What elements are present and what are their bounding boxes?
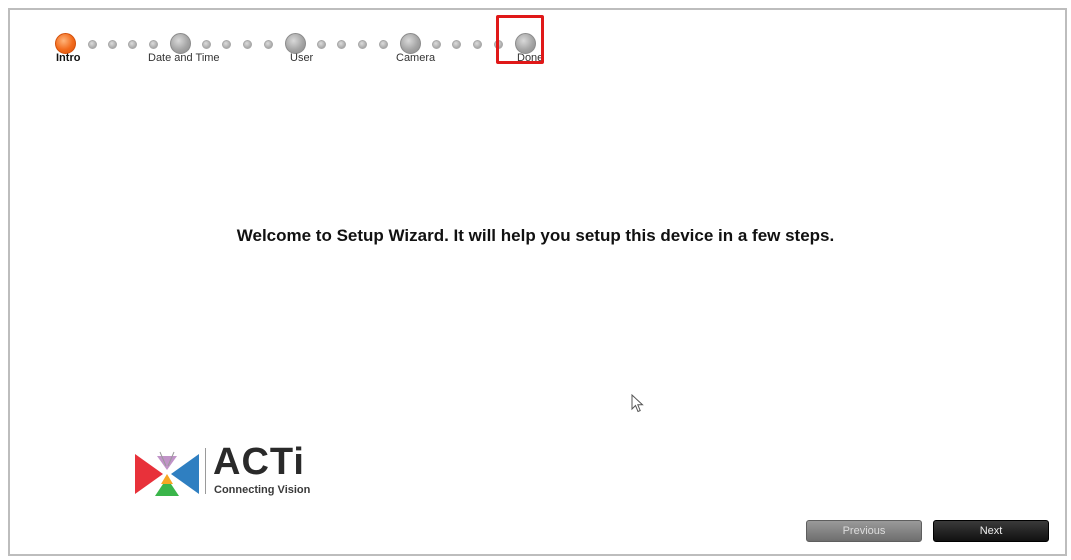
step-connector-dot bbox=[128, 40, 137, 49]
logo-brand-text: ACTi bbox=[213, 441, 305, 483]
step-connector-dot bbox=[317, 40, 326, 49]
acti-logo-mark-icon bbox=[135, 451, 199, 496]
step-label-camera: Camera bbox=[396, 52, 436, 64]
step-label-user: User bbox=[290, 52, 314, 64]
previous-button[interactable]: Previous bbox=[806, 520, 922, 542]
step-connector-dot bbox=[432, 40, 441, 49]
step-dot-intro[interactable] bbox=[55, 33, 76, 54]
welcome-message: Welcome to Setup Wizard. It will help yo… bbox=[236, 226, 835, 245]
logo-tagline: Connecting Vision bbox=[214, 484, 311, 496]
step-connector-dot bbox=[264, 40, 273, 49]
step-connector-dot bbox=[452, 40, 461, 49]
step-label-date-and-time: Date and Time bbox=[148, 52, 220, 64]
done-step-highlight bbox=[496, 15, 544, 64]
step-connector-dot bbox=[149, 40, 158, 49]
step-dot-camera[interactable] bbox=[400, 33, 421, 54]
step-dot-date-and-time[interactable] bbox=[170, 33, 191, 54]
step-connector-dot bbox=[88, 40, 97, 49]
step-connector-dot bbox=[473, 40, 482, 49]
step-connector-dot bbox=[358, 40, 367, 49]
step-connector-dot bbox=[337, 40, 346, 49]
logo-divider bbox=[205, 448, 206, 494]
step-connector-dot bbox=[379, 40, 388, 49]
step-connector-dot bbox=[202, 40, 211, 49]
step-dot-user[interactable] bbox=[285, 33, 306, 54]
step-connector-dot bbox=[243, 40, 252, 49]
step-connector-dot bbox=[108, 40, 117, 49]
mouse-cursor-icon bbox=[631, 393, 645, 419]
acti-logo: ACTi Connecting Vision bbox=[133, 441, 343, 504]
next-button[interactable]: Next bbox=[933, 520, 1049, 542]
step-connector-dot bbox=[222, 40, 231, 49]
step-label-intro: Intro bbox=[56, 52, 81, 64]
